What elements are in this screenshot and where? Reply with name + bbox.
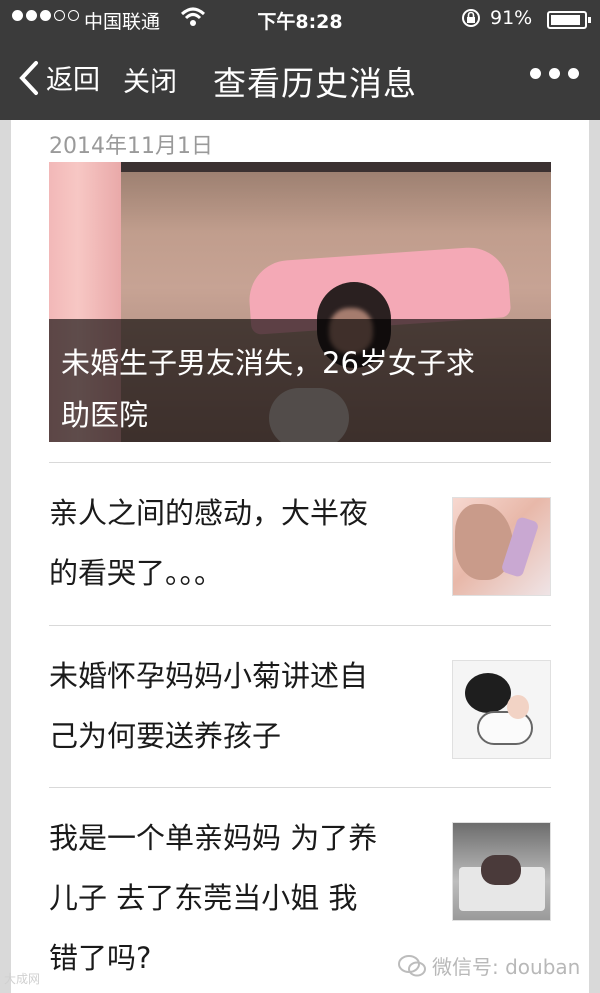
article-title: 亲人之间的感动，大半夜 的看哭了。。。	[49, 496, 369, 590]
status-bar: 中国联通 下午8:28 91%	[0, 0, 600, 38]
wechat-icon	[398, 954, 426, 976]
navigation-bar: 返回 关闭 查看历史消息	[0, 38, 600, 120]
article-title: 我是一个单亲妈妈 为了养 儿子 去了东莞当小姐 我 错了吗?	[49, 821, 378, 975]
woman-flower-thumbnail	[452, 497, 551, 596]
hero-caption: 未婚生子男友消失，26岁女子求 助医院	[61, 337, 539, 441]
article-item[interactable]: 未婚怀孕妈妈小菊讲述自 己为何要送养孩子	[49, 646, 551, 796]
article-title: 未婚怀孕妈妈小菊讲述自 己为何要送养孩子	[49, 659, 369, 753]
divider	[49, 462, 551, 463]
back-button[interactable]: 返回	[18, 58, 100, 97]
battery-percent: 91%	[490, 7, 533, 29]
back-label: 返回	[46, 65, 100, 96]
article-item[interactable]: 亲人之间的感动，大半夜 的看哭了。。。	[49, 483, 551, 633]
divider	[49, 787, 551, 788]
wechat-id-text: 微信号: douban	[432, 955, 581, 979]
source-watermark: 大成网	[4, 972, 41, 986]
orientation-lock-icon	[460, 7, 482, 34]
history-message-card: 2014年11月1日 未婚生子男友消失，26岁女子求 助医院 亲人之间的感动，大…	[11, 120, 589, 993]
child-in-bed-thumbnail	[452, 822, 551, 921]
wechat-watermark: 微信号: douban	[398, 951, 580, 980]
divider	[49, 625, 551, 626]
page-title: 查看历史消息	[213, 64, 417, 103]
close-button[interactable]: 关闭	[123, 60, 177, 99]
mother-child-sketch-thumbnail	[452, 660, 551, 759]
hero-caption-line2: 助医院	[61, 398, 149, 432]
hero-caption-line1: 未婚生子男友消失，26岁女子求	[61, 346, 475, 380]
hero-article[interactable]: 未婚生子男友消失，26岁女子求 助医院	[49, 162, 551, 442]
more-options-icon[interactable]	[530, 68, 579, 79]
battery-icon	[547, 11, 591, 29]
message-date: 2014年11月1日	[49, 134, 213, 159]
chevron-left-icon	[19, 60, 38, 95]
